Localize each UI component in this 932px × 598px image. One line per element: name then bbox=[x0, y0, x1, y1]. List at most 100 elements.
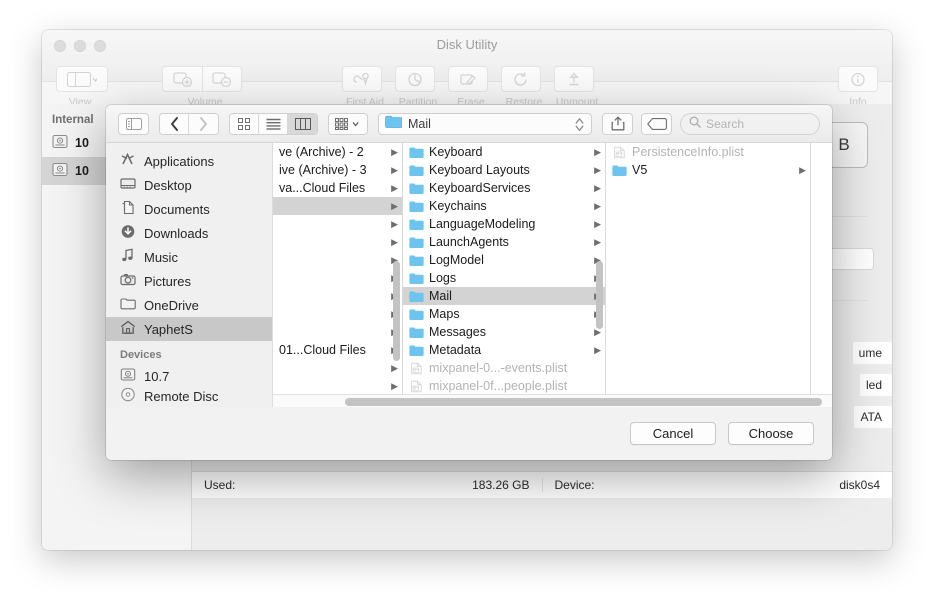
file-row[interactable]: LanguageModeling▶ bbox=[403, 215, 605, 233]
arrange-by-icon[interactable] bbox=[329, 114, 367, 134]
disclosure-arrow-icon: ▶ bbox=[594, 237, 601, 248]
search-input[interactable]: Search bbox=[680, 113, 820, 135]
sidebar-label-music: Music bbox=[144, 250, 178, 265]
file-row[interactable]: ▶ bbox=[273, 323, 402, 341]
chevron-right-icon[interactable] bbox=[189, 114, 218, 134]
file-column-1-rows: ve (Archive) - 2▶ive (Archive) - 3▶va...… bbox=[273, 143, 402, 407]
sidebar-item-desktop[interactable]: Desktop bbox=[106, 173, 272, 197]
path-popup-button[interactable]: Mail bbox=[378, 113, 592, 135]
file-row[interactable]: ▶ bbox=[273, 287, 402, 305]
file-row[interactable]: Maps▶ bbox=[403, 305, 605, 323]
file-row-label: Keyboard Layouts bbox=[429, 163, 590, 177]
sidebar-item-downloads[interactable]: Downloads bbox=[106, 221, 272, 245]
sidebar-label-documents: Documents bbox=[144, 202, 210, 217]
sidebar-label-remote-disc: Remote Disc bbox=[144, 389, 218, 404]
file-row[interactable]: ive (Archive) - 3▶ bbox=[273, 161, 402, 179]
file-row[interactable]: Messages▶ bbox=[403, 323, 605, 341]
file-row[interactable]: Mail▶ bbox=[403, 287, 605, 305]
info-icon[interactable] bbox=[838, 66, 878, 92]
up-down-stepper-icon[interactable] bbox=[575, 117, 584, 132]
file-column-4 bbox=[811, 143, 832, 407]
restore-icon[interactable] bbox=[501, 66, 541, 92]
sidebar-section-devices: Devices bbox=[106, 341, 272, 364]
disclosure-arrow-icon: ▶ bbox=[594, 219, 601, 230]
file-row[interactable]: ▶ bbox=[273, 305, 402, 323]
sidebar-label-onedrive: OneDrive bbox=[144, 298, 199, 313]
file-row[interactable]: va...Cloud Files▶ bbox=[273, 179, 402, 197]
file-row[interactable]: ▶ bbox=[273, 269, 402, 287]
column-browser: ve (Archive) - 2▶ive (Archive) - 3▶va...… bbox=[273, 143, 832, 407]
disclosure-arrow-icon: ▶ bbox=[594, 147, 601, 158]
toolbar-group-erase: Erase bbox=[448, 66, 494, 108]
file-row[interactable]: ▶ bbox=[273, 215, 402, 233]
sidebar-item-remote-disc[interactable]: Remote Disc bbox=[106, 388, 272, 404]
erase-icon[interactable] bbox=[448, 66, 488, 92]
sidebar-label-desktop: Desktop bbox=[144, 178, 192, 193]
search-icon bbox=[689, 115, 701, 133]
file-row[interactable]: Keychains▶ bbox=[403, 197, 605, 215]
file-row[interactable]: ▶ bbox=[273, 233, 402, 251]
file-row: mixpanel-0f...people.plist bbox=[403, 377, 605, 395]
file-row[interactable]: ve (Archive) - 2▶ bbox=[273, 143, 402, 161]
column-view-icon[interactable] bbox=[288, 114, 317, 134]
toolbar-group-partition: Partition bbox=[395, 66, 441, 108]
file-row[interactable]: ▶ bbox=[273, 251, 402, 269]
sidebar-item-onedrive[interactable]: OneDrive bbox=[106, 293, 272, 317]
column-1-vertical-scrollbar[interactable] bbox=[393, 261, 400, 361]
file-row-label: va...Cloud Files bbox=[279, 181, 387, 195]
file-row[interactable]: 01...Cloud Files▶ bbox=[273, 341, 402, 359]
sidebar-item-documents[interactable]: Documents bbox=[106, 197, 272, 221]
volume-add-icon[interactable] bbox=[162, 66, 202, 92]
file-row[interactable]: ▶ bbox=[273, 359, 402, 377]
disclosure-arrow-icon: ▶ bbox=[391, 219, 398, 230]
disclosure-arrow-icon: ▶ bbox=[391, 165, 398, 176]
sidebar-toggle-icon[interactable] bbox=[119, 114, 148, 134]
file-row: mixpanel-0...-events.plist bbox=[403, 359, 605, 377]
file-row[interactable]: Metadata▶ bbox=[403, 341, 605, 359]
file-row-label: mixpanel-0...-events.plist bbox=[429, 361, 601, 375]
hard-disk-icon bbox=[52, 162, 68, 180]
choose-button[interactable]: Choose bbox=[728, 422, 814, 445]
file-row-label: mixpanel-0f...people.plist bbox=[429, 379, 601, 393]
file-row-label: V5 bbox=[632, 163, 795, 177]
status-device-key: Device: bbox=[555, 478, 595, 492]
sidebar-label-device-10-7: 10.7 bbox=[144, 369, 169, 384]
unmount-icon[interactable] bbox=[554, 66, 594, 92]
columns-horizontal-scrollbar[interactable] bbox=[273, 394, 832, 407]
sidebar-item-pictures[interactable]: Pictures bbox=[106, 269, 272, 293]
sidebar-item-music[interactable]: Music bbox=[106, 245, 272, 269]
file-row[interactable]: KeyboardServices▶ bbox=[403, 179, 605, 197]
file-row-label: LaunchAgents bbox=[429, 235, 590, 249]
file-row[interactable]: Logs▶ bbox=[403, 269, 605, 287]
file-column-3-rows: PersistenceInfo.plistV5▶ bbox=[606, 143, 810, 179]
icon-view-icon[interactable] bbox=[230, 114, 259, 134]
documents-icon bbox=[120, 200, 136, 218]
view-sidebar-icon[interactable] bbox=[56, 66, 108, 92]
horizontal-scroll-thumb[interactable] bbox=[345, 398, 822, 406]
file-row[interactable]: V5 ▶ bbox=[606, 161, 810, 179]
partition-icon[interactable] bbox=[395, 66, 435, 92]
tag-icon[interactable] bbox=[642, 114, 671, 134]
sidebar-item-applications[interactable]: Applications bbox=[106, 149, 272, 173]
disclosure-arrow-icon: ▶ bbox=[594, 345, 601, 356]
file-row[interactable]: LaunchAgents ▶ bbox=[403, 233, 605, 251]
sidebar-item-device-10-7[interactable]: 10.7 bbox=[106, 364, 272, 388]
disclosure-arrow-icon: ▶ bbox=[391, 201, 398, 212]
file-row[interactable]: ▶ bbox=[273, 197, 402, 215]
sidebar-item-yaphets[interactable]: YaphetS bbox=[106, 317, 272, 341]
folder-icon bbox=[120, 296, 136, 314]
first-aid-icon[interactable] bbox=[342, 66, 382, 92]
chevron-left-icon[interactable] bbox=[160, 114, 189, 134]
disclosure-arrow-icon: ▶ bbox=[799, 165, 806, 176]
file-row[interactable]: Keyboard▶ bbox=[403, 143, 605, 161]
list-view-icon[interactable] bbox=[259, 114, 288, 134]
share-icon[interactable] bbox=[603, 114, 632, 134]
toolbar-group-unmount: Unmount bbox=[554, 66, 600, 108]
file-row-label: KeyboardServices bbox=[429, 181, 590, 195]
file-row[interactable]: Keyboard Layouts▶ bbox=[403, 161, 605, 179]
file-row[interactable]: ▶ bbox=[273, 377, 402, 395]
file-row[interactable]: LogModel▶ bbox=[403, 251, 605, 269]
volume-remove-icon[interactable] bbox=[202, 66, 242, 92]
cancel-button[interactable]: Cancel bbox=[630, 422, 716, 445]
column-2-vertical-scrollbar[interactable] bbox=[596, 261, 603, 329]
